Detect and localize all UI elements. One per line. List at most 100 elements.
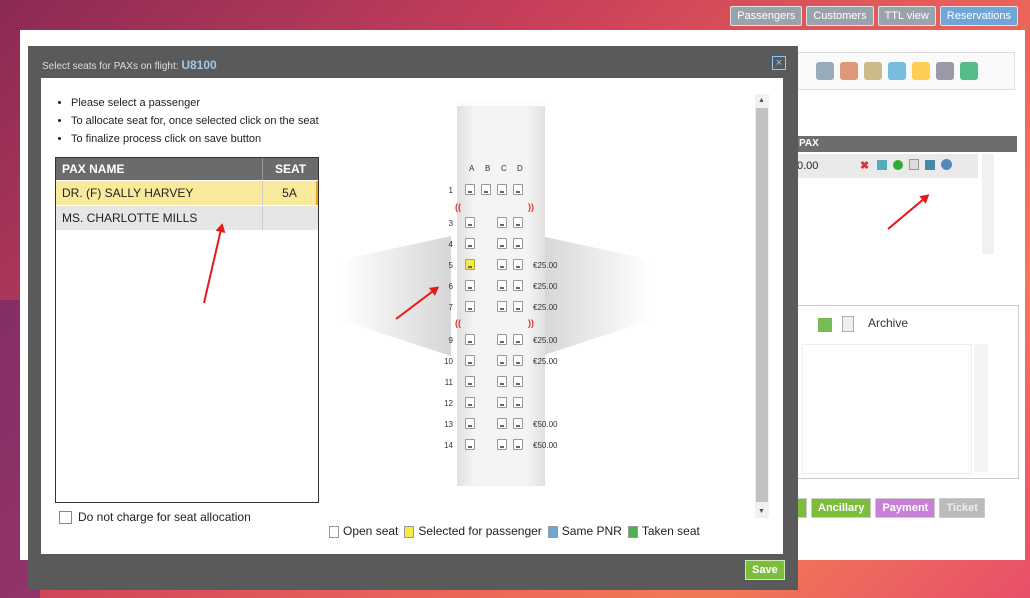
seat-13A[interactable]: [465, 418, 475, 429]
seat-14A[interactable]: [465, 439, 475, 450]
seat-11C[interactable]: [497, 376, 507, 387]
seat-5D[interactable]: [513, 259, 523, 270]
legend-open-label: Open seat: [343, 524, 399, 538]
seat-13D[interactable]: [513, 418, 523, 429]
seat-12D[interactable]: [513, 397, 523, 408]
scissors-icon[interactable]: [816, 62, 834, 80]
seat-selection-modal: Select seats for PAXs on flight: U8100 ×…: [28, 46, 798, 590]
exit-marker: )): [528, 202, 534, 212]
print-icon[interactable]: [936, 62, 954, 80]
seat-1D[interactable]: [513, 184, 523, 195]
download-icon[interactable]: [818, 318, 832, 332]
ticket-button[interactable]: Ticket: [939, 498, 985, 518]
seat-14C[interactable]: [497, 439, 507, 450]
seat-6C[interactable]: [497, 280, 507, 291]
seat-6A[interactable]: [465, 280, 475, 291]
archive-scrollbar[interactable]: [974, 344, 988, 472]
seat-14D[interactable]: [513, 439, 523, 450]
seat-10D[interactable]: [513, 355, 523, 366]
nav-reservations[interactable]: Reservations: [939, 6, 1018, 26]
pax-seat: [262, 206, 318, 230]
scrollbar-thumb[interactable]: [756, 108, 768, 502]
seat-12C[interactable]: [497, 397, 507, 408]
instructions: Please select a passenger To allocate se…: [59, 94, 319, 148]
seat-10A[interactable]: [465, 355, 475, 366]
seat-4C[interactable]: [497, 238, 507, 249]
seat-5A-selected[interactable]: [465, 259, 475, 270]
archive-panel: Archive: [795, 305, 1019, 479]
seat-4A[interactable]: [465, 238, 475, 249]
calendar-icon[interactable]: [909, 159, 919, 170]
seat-price: €25.00: [533, 303, 558, 312]
modal-scrollbar[interactable]: ▲ ▼: [755, 94, 769, 518]
seat-7C[interactable]: [497, 301, 507, 312]
id-card-icon[interactable]: [925, 160, 935, 170]
status-icon[interactable]: [893, 160, 903, 170]
seat-price: €25.00: [533, 336, 558, 345]
scroll-up-icon[interactable]: ▲: [758, 97, 765, 104]
seat-10C[interactable]: [497, 355, 507, 366]
archive-label: Archive: [868, 316, 909, 330]
seat-6D[interactable]: [513, 280, 523, 291]
column-header: B: [485, 164, 491, 173]
edit-icon[interactable]: [877, 160, 887, 170]
legend-selected: Selected for passenger: [404, 524, 542, 538]
seat-user-icon[interactable]: [941, 159, 952, 170]
mail-icon[interactable]: [912, 62, 930, 80]
exit-marker: )): [528, 318, 534, 328]
delete-icon[interactable]: ✖: [860, 154, 869, 178]
seat-3A[interactable]: [465, 217, 475, 228]
seat-9C[interactable]: [497, 334, 507, 345]
pax-value: 0.00: [797, 160, 819, 172]
row-number: 4: [448, 240, 453, 249]
seat-7D[interactable]: [513, 301, 523, 312]
instruction-item: To finalize process click on save button: [71, 130, 319, 148]
nav-passengers[interactable]: Passengers: [730, 6, 803, 26]
row-number: 9: [448, 336, 453, 345]
no-charge-checkbox[interactable]: [59, 510, 72, 524]
same-pnr-swatch: [547, 525, 558, 538]
seat-9A[interactable]: [465, 334, 475, 345]
seat-4D[interactable]: [513, 238, 523, 249]
header-pax-name: PAX NAME: [56, 158, 263, 180]
save-button[interactable]: Save: [745, 560, 785, 580]
refresh-icon[interactable]: [960, 62, 978, 80]
seat-5C[interactable]: [497, 259, 507, 270]
attachment-icon[interactable]: [842, 316, 854, 332]
seat-9D[interactable]: [513, 334, 523, 345]
seat-legend: Open seat Selected for passenger Same PN…: [329, 524, 700, 538]
bottom-buttons: Ancillary Payment Ticket: [795, 498, 985, 518]
seat-3D[interactable]: [513, 217, 523, 228]
clipboard-icon[interactable]: [864, 62, 882, 80]
seat-12A[interactable]: [465, 397, 475, 408]
nav-customers[interactable]: Customers: [806, 6, 874, 26]
ancillary-button[interactable]: Ancillary: [811, 498, 872, 518]
pax-row[interactable]: MS. CHARLOTTE MILLS: [56, 206, 318, 230]
seat-11D[interactable]: [513, 376, 523, 387]
seat-1C[interactable]: [497, 184, 507, 195]
archive-list: [802, 344, 972, 474]
seat-1B[interactable]: [481, 184, 491, 195]
close-icon[interactable]: ×: [772, 56, 786, 70]
seat-11A[interactable]: [465, 376, 475, 387]
pax-scrollbar[interactable]: [982, 154, 994, 254]
action-toolbar: [795, 52, 1015, 90]
unlock-icon[interactable]: [840, 62, 858, 80]
seat-1A[interactable]: [465, 184, 475, 195]
payment-button[interactable]: Payment: [875, 498, 936, 518]
legend-taken: Taken seat: [627, 524, 700, 538]
row-number: 12: [444, 399, 453, 408]
seat-3C[interactable]: [497, 217, 507, 228]
row-number: 10: [444, 357, 453, 366]
seat-price: €50.00: [533, 441, 558, 450]
nav-ttl-view[interactable]: TTL view: [877, 6, 936, 26]
row-number: 3: [448, 219, 453, 228]
phone-icon[interactable]: [888, 62, 906, 80]
pax-row-selected[interactable]: DR. (F) SALLY HARVEY 5A: [56, 181, 318, 205]
seat-13C[interactable]: [497, 418, 507, 429]
seat-7A[interactable]: [465, 301, 475, 312]
row-number: 5: [448, 261, 453, 270]
scroll-down-icon[interactable]: ▼: [758, 508, 765, 515]
column-header: D: [517, 164, 523, 173]
pax-table-header: PAX NAME SEAT: [56, 158, 318, 180]
